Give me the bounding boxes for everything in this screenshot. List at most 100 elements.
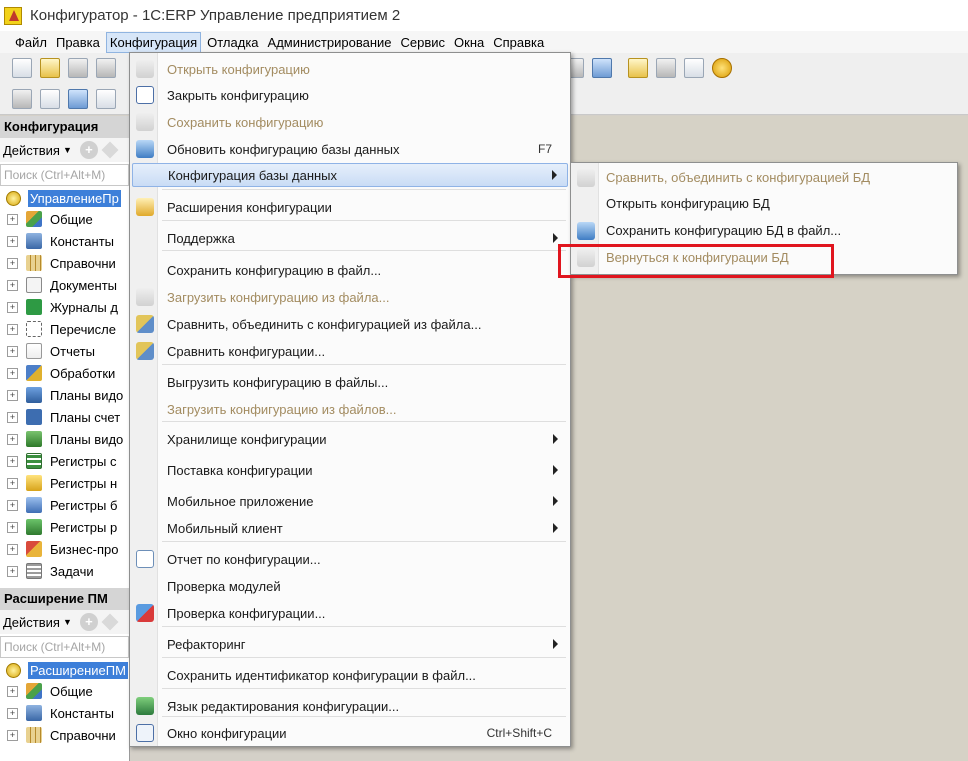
tree-item[interactable]: + Регистры р (0, 516, 129, 538)
menu-file[interactable]: Файл (12, 33, 50, 52)
tree-item[interactable]: + Бизнес-про (0, 538, 129, 560)
tree-item[interactable]: + Обработки (0, 362, 129, 384)
menu-debug[interactable]: Отладка (204, 33, 261, 52)
config-menu-item[interactable]: Отчет по конфигурации... (132, 547, 568, 571)
magnifier-icon[interactable] (656, 58, 676, 78)
config-menu-item[interactable]: Проверка модулей (132, 574, 568, 598)
config-menu-item[interactable]: Выгрузить конфигурацию в файлы... (132, 370, 568, 394)
expand-icon[interactable]: + (7, 389, 18, 401)
config-menu-item[interactable]: Мобильное приложение (132, 489, 568, 513)
config-menu-item[interactable]: Сохранить конфигурацию в файл... (132, 258, 568, 282)
extension-actions-dropdown[interactable]: Действия (3, 615, 60, 630)
open-folder-icon[interactable] (40, 58, 60, 78)
window-icon[interactable] (96, 88, 116, 109)
config-menu-item[interactable]: Поддержка (132, 226, 568, 250)
menu-item-label: Закрыть конфигурацию (167, 87, 309, 103)
expand-icon[interactable]: + (7, 301, 18, 313)
tree-item[interactable]: + Регистры с (0, 450, 129, 472)
config-menu-item[interactable]: Обновить конфигурацию базы данных F7 (132, 137, 568, 161)
extension-add-icon[interactable]: + (79, 613, 98, 631)
config-menu-item[interactable]: Загрузить конфигурацию из файлов... (132, 397, 568, 421)
config-menu-item[interactable]: Мобильный клиент (132, 516, 568, 540)
cut-icon[interactable] (96, 58, 116, 78)
tree-item[interactable]: + Регистры б (0, 494, 129, 516)
config-menu-item[interactable]: Сохранить идентификатор конфигурации в ф… (132, 663, 568, 687)
tree-item[interactable]: + Планы видо (0, 428, 129, 450)
extension-tree-root[interactable]: РасширениеПМ (0, 660, 129, 680)
tree-item[interactable]: + Перечисле (0, 318, 129, 340)
tree-item[interactable]: + Справочни (0, 252, 129, 274)
tree-item[interactable]: + Общие (0, 680, 129, 702)
config-menu-item[interactable]: Расширения конфигурации (132, 195, 568, 219)
tree-item[interactable]: + Общие (0, 208, 129, 230)
extension-search-input[interactable]: Поиск (Ctrl+Alt+M) (0, 636, 129, 658)
tree-item[interactable]: + Регистры н (0, 472, 129, 494)
close-config-icon[interactable] (40, 88, 60, 109)
config-menu-item[interactable]: Закрыть конфигурацию (132, 83, 568, 107)
tree-item[interactable]: + Журналы д (0, 296, 129, 318)
config-menu-item[interactable]: Проверка конфигурации... (132, 601, 568, 625)
menu-edit[interactable]: Правка (53, 33, 103, 52)
tree-item[interactable]: + Задачи (0, 560, 129, 582)
config-menu-item[interactable]: Сохранить конфигурацию (132, 110, 568, 134)
tree-item[interactable]: + Документы (0, 274, 129, 296)
expand-icon[interactable]: + (7, 477, 18, 489)
expand-icon[interactable]: + (7, 499, 18, 511)
save-icon[interactable] (68, 58, 88, 78)
extension-edit-icon[interactable] (101, 613, 119, 631)
expand-icon[interactable]: + (7, 433, 18, 445)
menu-windows[interactable]: Окна (451, 33, 487, 52)
add-icon[interactable]: + (79, 141, 98, 159)
config-search-input[interactable]: Поиск (Ctrl+Alt+M) (0, 164, 129, 186)
expand-icon[interactable]: + (7, 455, 18, 467)
menu-help[interactable]: Справка (490, 33, 547, 52)
actions-dropdown[interactable]: Действия (3, 143, 60, 158)
config-menu-item[interactable]: Окно конфигурации Ctrl+Shift+C (132, 721, 568, 745)
tree-item[interactable]: + Отчеты (0, 340, 129, 362)
db-submenu-item[interactable]: Сравнить, объединить с конфигурацией БД (573, 166, 955, 190)
config-tree-root[interactable]: УправлениеПр (0, 188, 129, 208)
menu-configuration[interactable]: Конфигурация (105, 31, 202, 53)
config-menu-item[interactable]: Поставка конфигурации (132, 458, 568, 482)
expand-icon[interactable]: + (7, 411, 18, 423)
tree-item[interactable]: + Константы (0, 702, 129, 724)
expand-icon[interactable]: + (7, 279, 18, 291)
update-db-icon[interactable] (68, 88, 88, 109)
config-menu-item[interactable]: Конфигурация базы данных (132, 163, 568, 187)
config-menu-item[interactable]: Открыть конфигурацию (132, 57, 568, 81)
config-menu-item[interactable]: Сравнить, объединить с конфигурацией из … (132, 312, 568, 336)
edit-icon[interactable] (101, 141, 119, 159)
config-menu-item[interactable]: Язык редактирования конфигурации... (132, 694, 568, 718)
config-menu-item[interactable]: Рефакторинг (132, 632, 568, 656)
tree-item[interactable]: + Планы видо (0, 384, 129, 406)
menu-administration[interactable]: Администрирование (265, 33, 395, 52)
expand-icon[interactable]: + (7, 367, 18, 379)
expand-icon[interactable]: + (7, 345, 18, 357)
expand-icon[interactable]: + (7, 565, 18, 577)
tree-icon[interactable] (12, 88, 32, 109)
expand-icon[interactable]: + (7, 729, 18, 741)
db-submenu-item[interactable]: Сохранить конфигурацию БД в файл... (573, 219, 955, 243)
new-file-icon[interactable] (12, 58, 32, 78)
user-icon[interactable] (628, 58, 648, 78)
config-menu-item[interactable]: Загрузить конфигурацию из файла... (132, 285, 568, 309)
expand-icon[interactable]: + (7, 323, 18, 335)
config-menu-item[interactable]: Сравнить конфигурации... (132, 339, 568, 363)
expand-icon[interactable]: + (7, 685, 18, 697)
config-menu-item[interactable]: Хранилище конфигурации (132, 427, 568, 451)
menu-service[interactable]: Сервис (398, 33, 449, 52)
expand-icon[interactable]: + (7, 543, 18, 555)
extension-actions-bar: Действия ▼ + (0, 610, 129, 634)
expand-icon[interactable]: + (7, 707, 18, 719)
db-submenu-item[interactable]: Открыть конфигурацию БД (573, 192, 955, 216)
expand-icon[interactable]: + (7, 235, 18, 247)
expand-icon[interactable]: + (7, 213, 18, 225)
info-icon[interactable] (712, 58, 732, 78)
tree-item[interactable]: + Справочни (0, 724, 129, 746)
tree-item[interactable]: + Планы счет (0, 406, 129, 428)
tree-item[interactable]: + Константы (0, 230, 129, 252)
expand-icon[interactable]: + (7, 257, 18, 269)
expand-icon[interactable]: + (7, 521, 18, 533)
notes-icon[interactable] (684, 58, 704, 78)
windows-icon[interactable] (592, 58, 612, 78)
